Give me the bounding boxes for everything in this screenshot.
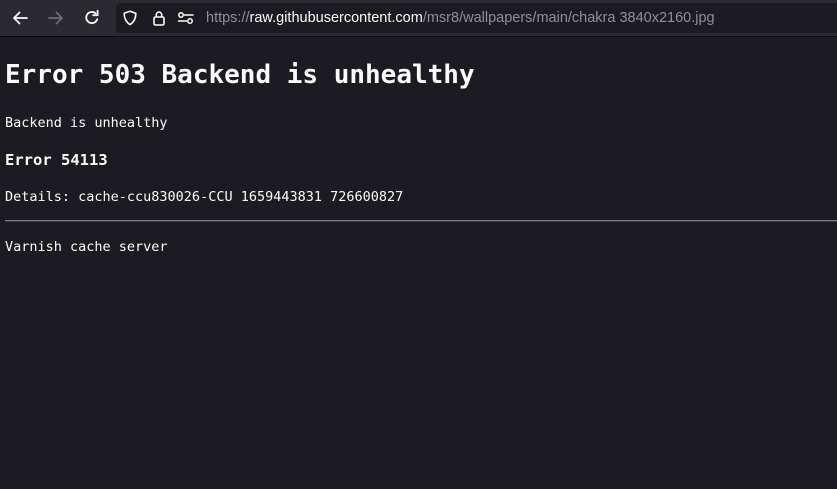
reload-icon: [83, 9, 101, 27]
error-details: Details: cache-ccu830026-CCU 1659443831 …: [5, 189, 404, 205]
error-heading: Error 503 Backend is unhealthy: [5, 60, 475, 90]
url-path: /msr8/wallpapers/main/chakra 3840x2160.j…: [422, 10, 715, 26]
back-button[interactable]: [7, 6, 33, 30]
arrow-left-icon: [11, 10, 29, 26]
permissions-icon[interactable]: [177, 10, 195, 26]
arrow-right-icon: [47, 10, 65, 26]
url-text[interactable]: https://raw.githubusercontent.com/msr8/w…: [206, 10, 715, 26]
reload-button[interactable]: [79, 6, 105, 30]
url-scheme: https://: [206, 10, 250, 26]
page-content: Error 503 Backend is unhealthy Backend i…: [0, 37, 837, 489]
address-bar[interactable]: https://raw.githubusercontent.com/msr8/w…: [116, 3, 837, 33]
url-host: raw.githubusercontent.com: [249, 10, 423, 26]
shield-icon[interactable]: [121, 10, 139, 26]
forward-button[interactable]: [43, 6, 69, 30]
error-message: Backend is unhealthy: [5, 115, 168, 131]
error-code: Error 54113: [5, 151, 108, 169]
browser-toolbar: https://raw.githubusercontent.com/msr8/w…: [0, 0, 837, 37]
divider: [5, 220, 837, 222]
server-footer: Varnish cache server: [5, 239, 168, 255]
lock-icon[interactable]: [150, 10, 168, 26]
